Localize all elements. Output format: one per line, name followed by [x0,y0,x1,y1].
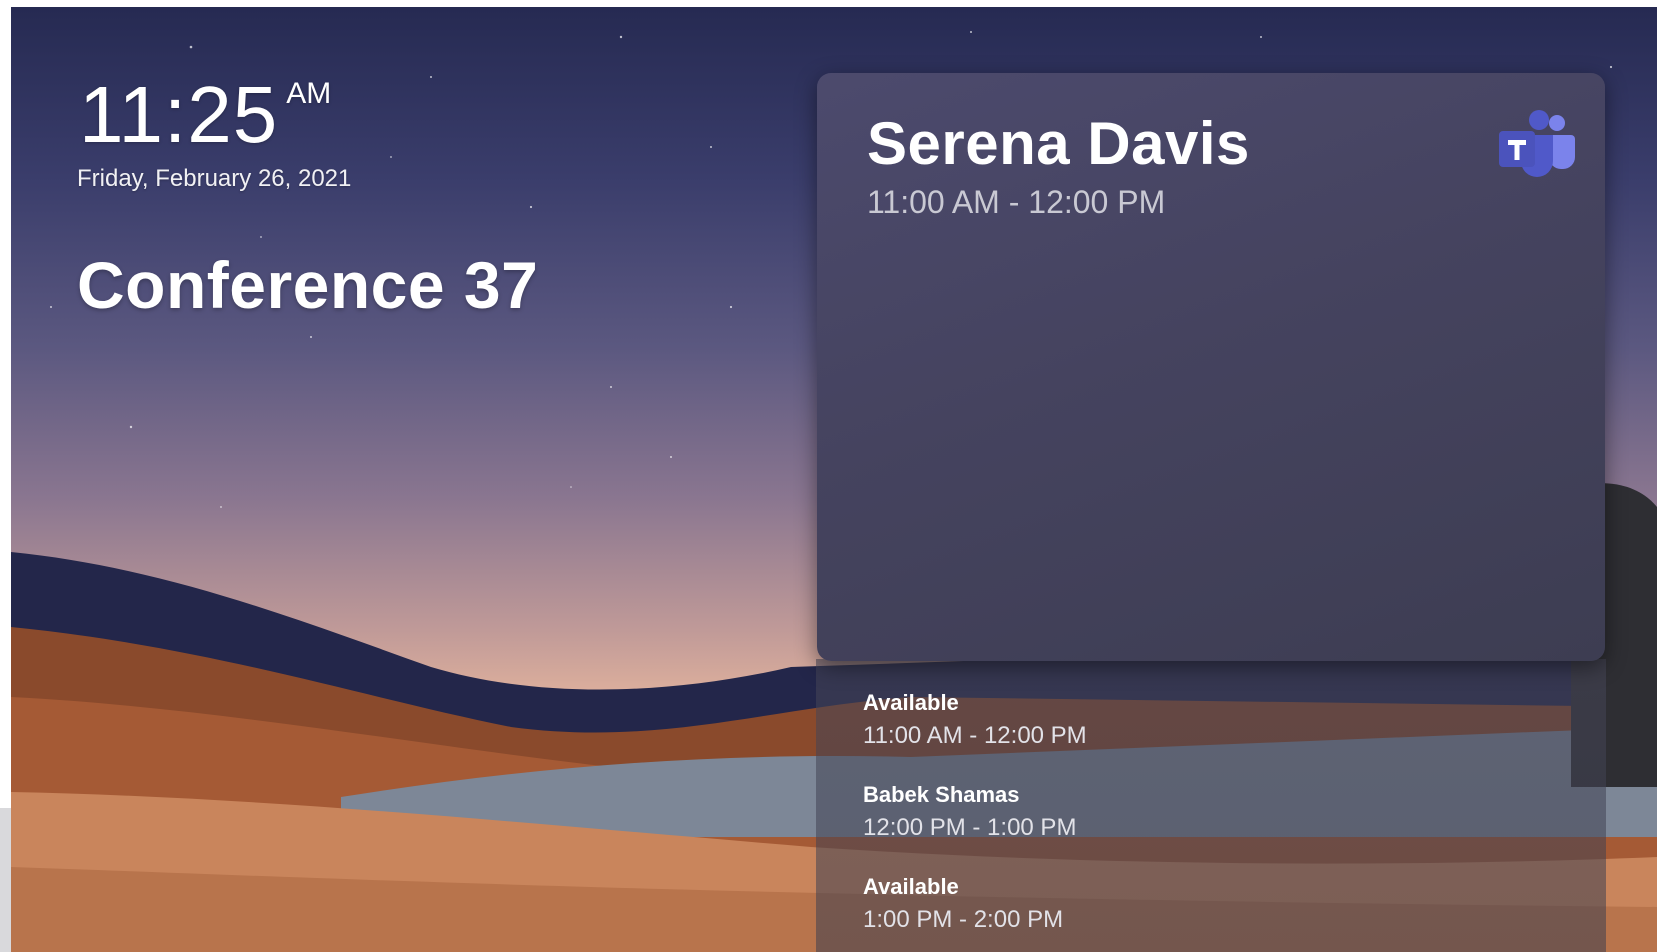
room-name: Conference 37 [77,248,539,322]
meeting-organizer: Serena Davis [867,110,1250,177]
slot-title: Available [863,690,959,715]
current-date: Friday, February 26, 2021 [77,165,352,192]
slot-title: Babek Shamas [863,782,1020,807]
meeting-time: 11:00 AM - 12:00 PM [867,184,1166,220]
microsoft-teams-icon [1499,110,1575,177]
slot-time: 11:00 AM - 12:00 PM [863,722,1087,749]
clock-time: 11:25 [79,70,279,159]
clock-ampm: AM [286,77,332,110]
left-edge-bar [0,808,11,952]
clock: 11:25 AM [79,75,331,155]
current-meeting-card[interactable]: Serena Davis 11:00 AM - 12:00 PM [817,73,1605,661]
room-display-screen: 11:25 AM Friday, February 26, 2021 Confe… [11,7,1657,952]
schedule-slot[interactable]: Available 1:00 PM - 2:00 PM [863,873,1063,935]
schedule-slot[interactable]: Available 11:00 AM - 12:00 PM [863,689,1087,751]
slot-time: 1:00 PM - 2:00 PM [863,906,1064,933]
schedule-slot[interactable]: Babek Shamas 12:00 PM - 1:00 PM [863,781,1076,843]
slot-title: Available [863,874,959,899]
slot-time: 12:00 PM - 1:00 PM [863,814,1077,841]
